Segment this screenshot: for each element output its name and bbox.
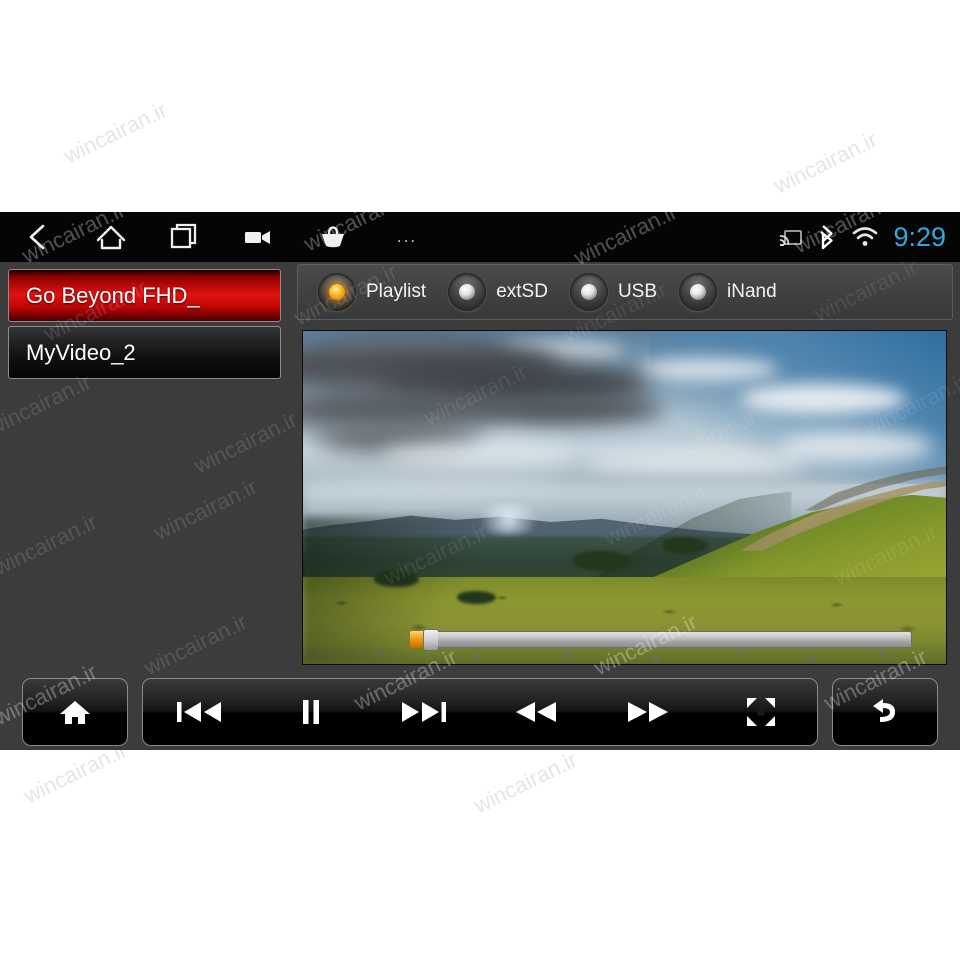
watermark: wincairan.ir bbox=[139, 608, 251, 681]
watermark-layer: wincairan.ir wincairan.ir wincairan.ir w… bbox=[0, 212, 960, 750]
watermark: wincairan.ir bbox=[569, 212, 681, 271]
watermark: wincairan.ir bbox=[39, 274, 151, 347]
watermark: wincairan.ir bbox=[599, 478, 711, 551]
watermark: wincairan.ir bbox=[819, 643, 931, 716]
watermark: wincairan.ir bbox=[809, 254, 921, 327]
watermark: wincairan.ir bbox=[0, 368, 95, 441]
watermark: wincairan.ir bbox=[0, 658, 101, 731]
watermark: wincairan.ir bbox=[17, 212, 129, 269]
watermark: wincairan.ir bbox=[189, 406, 301, 479]
watermark: wincairan.ir bbox=[829, 518, 941, 591]
watermark: wincairan.ir bbox=[299, 212, 411, 257]
watermark: wincairan.ir bbox=[769, 126, 881, 199]
watermark: wincairan.ir bbox=[289, 258, 401, 331]
watermark: wincairan.ir bbox=[649, 403, 761, 476]
watermark: wincairan.ir bbox=[349, 643, 461, 716]
watermark: wincairan.ir bbox=[859, 368, 960, 441]
watermark: wincairan.ir bbox=[419, 358, 531, 431]
watermark: wincairan.ir bbox=[379, 518, 491, 591]
watermark: wincairan.ir bbox=[149, 473, 261, 546]
watermark: wincairan.ir bbox=[789, 212, 901, 259]
device-screen: ... 9:29 Go Beyond FHD_ MyVideo_2 Playli… bbox=[0, 212, 960, 750]
watermark: wincairan.ir bbox=[0, 508, 101, 581]
watermark: wincairan.ir bbox=[469, 746, 581, 819]
watermark: wincairan.ir bbox=[559, 276, 671, 349]
watermark: wincairan.ir bbox=[589, 608, 701, 681]
watermark: wincairan.ir bbox=[59, 96, 171, 169]
